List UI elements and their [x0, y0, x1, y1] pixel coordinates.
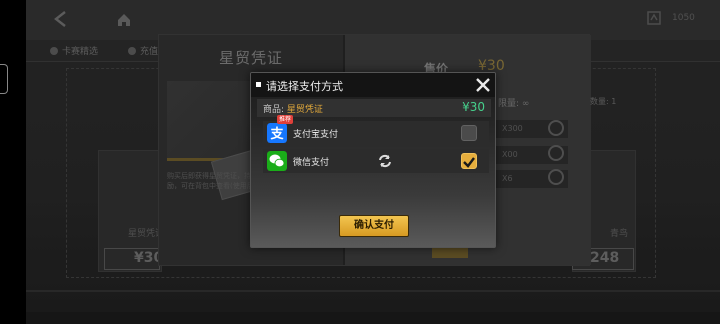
payment-option-label: 微信支付: [293, 158, 330, 168]
confirm-payment-button[interactable]: 确认支付: [339, 215, 409, 237]
alipay-icon: 支: [267, 123, 287, 143]
payment-option-label: 支付宝支付: [293, 130, 339, 140]
game-shop-screen: 1050 卡赛精选 充值 星贸凭证 ¥30 青鸟 248 星贸凭证 购买后即获得…: [0, 0, 720, 324]
close-icon[interactable]: [475, 77, 491, 93]
dialog-header: 请选择支付方式: [251, 73, 495, 97]
svg-text:支: 支: [269, 126, 284, 142]
payment-method-dialog: 请选择支付方式 商品: 星贸凭证 ¥30 支 推荐 支付宝支付 微信支付 确认支…: [250, 72, 496, 248]
phone-edge: [0, 0, 26, 324]
wechat-checkbox[interactable]: [461, 153, 477, 169]
side-handle[interactable]: [0, 64, 8, 94]
refresh-icon: [379, 154, 391, 168]
payment-option-alipay[interactable]: 支 推荐 支付宝支付: [263, 115, 489, 145]
check-icon: [463, 157, 475, 168]
product-summary-name: 星贸凭证: [286, 105, 323, 115]
title-bullet-icon: [256, 82, 261, 87]
dialog-title: 请选择支付方式: [266, 80, 343, 93]
product-summary: 商品: 星贸凭证 ¥30: [257, 99, 491, 117]
product-summary-label: 商品: 星贸凭证: [263, 105, 323, 115]
recommended-badge: 推荐: [277, 115, 294, 124]
alipay-checkbox[interactable]: [461, 125, 477, 141]
wechat-icon: [267, 151, 287, 171]
payment-option-wechat[interactable]: 微信支付: [263, 149, 489, 173]
product-summary-price: ¥30: [462, 100, 485, 114]
